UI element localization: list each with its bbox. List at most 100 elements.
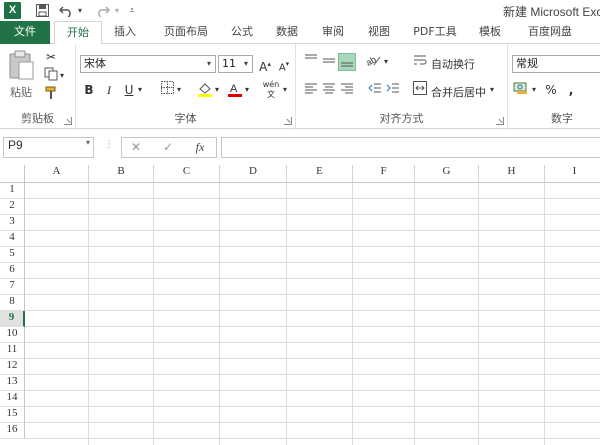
accounting-format-icon[interactable] — [512, 81, 530, 99]
name-box[interactable]: P9 ▾ — [3, 137, 94, 158]
number-format-select[interactable]: 常规 — [512, 55, 600, 73]
borders-icon[interactable] — [158, 81, 176, 99]
bold-button[interactable]: B — [80, 81, 98, 99]
row-header-8[interactable]: 8 — [0, 295, 25, 311]
row-header-1[interactable]: 1 — [0, 183, 25, 199]
redo-dropdown-icon[interactable]: ▾ — [113, 1, 121, 20]
tab-formulas[interactable]: 公式 — [224, 21, 260, 44]
row-header-16[interactable]: 16 — [0, 423, 25, 439]
column-header-g[interactable]: G — [415, 165, 479, 183]
ribbon-tabs: 文件 开始 插入 页面布局 公式 数据 审阅 视图 PDF工具 模板 百度网盘 — [0, 21, 600, 45]
undo-icon[interactable] — [57, 1, 75, 20]
fill-color-icon[interactable] — [196, 81, 214, 99]
align-bottom-icon[interactable] — [338, 53, 356, 71]
column-header-f[interactable]: F — [353, 165, 415, 183]
merge-center-icon[interactable] — [411, 81, 429, 99]
column-header-d[interactable]: D — [220, 165, 287, 183]
font-name-select[interactable]: 宋体 ▾ — [80, 55, 216, 73]
borders-dropdown-icon[interactable]: ▾ — [175, 81, 183, 99]
phonetic-guide-icon[interactable]: wén 文 — [262, 80, 280, 99]
row-header-9[interactable]: 9 — [0, 311, 25, 327]
tab-view[interactable]: 视图 — [360, 21, 398, 44]
name-box-dropdown-icon[interactable]: ▾ — [86, 138, 90, 147]
row-header-7[interactable]: 7 — [0, 279, 25, 295]
percent-style-button[interactable]: % — [542, 81, 560, 99]
column-header-i[interactable]: I — [545, 165, 600, 183]
underline-dropdown-icon[interactable]: ▾ — [136, 81, 144, 99]
font-size-dropdown-icon: ▾ — [243, 59, 248, 68]
orientation-icon[interactable]: ab — [364, 53, 382, 71]
align-top-icon[interactable] — [302, 53, 320, 71]
row-header-13[interactable]: 13 — [0, 375, 25, 391]
decrease-font-size-icon[interactable]: A▾ — [275, 55, 293, 73]
undo-dropdown-icon[interactable]: ▾ — [76, 1, 84, 20]
font-group-label: 字体 — [174, 112, 197, 125]
customize-qat-icon[interactable]: ⩡ — [127, 1, 137, 20]
paste-button[interactable]: 粘贴 — [6, 50, 36, 100]
row-header-11[interactable]: 11 — [0, 343, 25, 359]
comma-style-button[interactable]: , — [562, 81, 580, 99]
fill-color-dropdown-icon[interactable]: ▾ — [213, 81, 221, 99]
tab-page-layout[interactable]: 页面布局 — [152, 21, 220, 44]
tab-pdf-tools[interactable]: PDF工具 — [408, 21, 462, 44]
formula-bar-splitter-icon[interactable]: ⋮ — [104, 140, 114, 153]
row-header-6[interactable]: 6 — [0, 263, 25, 279]
alignment-launcher-icon[interactable] — [496, 117, 504, 125]
column-header-e[interactable]: E — [287, 165, 353, 183]
row-header-14[interactable]: 14 — [0, 391, 25, 407]
row-header-3[interactable]: 3 — [0, 215, 25, 231]
tab-templates[interactable]: 模板 — [472, 21, 508, 44]
row-header-4[interactable]: 4 — [0, 231, 25, 247]
font-group: 宋体 ▾ 11 ▾ A▴ A▾ B I U ▾ ▾ ▾ A ▾ wén 文 ▾ 字… — [76, 44, 296, 129]
row-header-12[interactable]: 12 — [0, 359, 25, 375]
name-box-value: P9 — [8, 138, 23, 152]
cut-icon[interactable]: ✂ — [42, 48, 60, 66]
italic-button[interactable]: I — [100, 81, 118, 99]
font-color-icon[interactable]: A — [226, 81, 244, 99]
redo-icon[interactable] — [94, 1, 112, 20]
tab-data[interactable]: 数据 — [268, 21, 306, 44]
decrease-indent-icon[interactable] — [366, 81, 384, 99]
column-header-a[interactable]: A — [25, 165, 89, 183]
font-launcher-icon[interactable] — [284, 117, 292, 125]
tab-file[interactable]: 文件 — [0, 21, 50, 44]
increase-font-size-icon[interactable]: A▴ — [256, 55, 274, 74]
align-right-icon[interactable] — [338, 81, 356, 99]
column-header-h[interactable]: H — [479, 165, 545, 183]
save-icon[interactable] — [33, 1, 51, 20]
wrap-text-icon[interactable] — [411, 53, 429, 71]
phonetic-dropdown-icon[interactable]: ▾ — [281, 81, 289, 99]
clipboard-launcher-icon[interactable] — [64, 117, 72, 125]
align-center-icon[interactable] — [320, 81, 338, 99]
format-painter-icon[interactable] — [42, 86, 60, 104]
tab-home[interactable]: 开始 — [54, 21, 102, 45]
select-all-button[interactable] — [0, 165, 25, 183]
insert-function-button[interactable]: fx — [188, 138, 212, 157]
row-header-15[interactable]: 15 — [0, 407, 25, 423]
merge-dropdown-icon[interactable]: ▾ — [488, 81, 496, 99]
copy-dropdown-icon[interactable]: ▾ — [58, 67, 66, 85]
accounting-dropdown-icon[interactable]: ▾ — [530, 81, 538, 99]
wrap-text-label[interactable]: 自动换行 — [431, 56, 475, 72]
increase-indent-icon[interactable] — [384, 81, 402, 99]
svg-text:ab: ab — [365, 54, 378, 67]
cancel-entry-icon[interactable]: ✕ — [124, 138, 148, 157]
tab-review[interactable]: 审阅 — [314, 21, 352, 44]
row-header-10[interactable]: 10 — [0, 327, 25, 343]
font-size-select[interactable]: 11 ▾ — [218, 55, 253, 73]
tab-baidu-netdisk[interactable]: 百度网盘 — [518, 21, 582, 44]
font-name-dropdown-icon: ▾ — [206, 59, 211, 68]
font-color-dropdown-icon[interactable]: ▾ — [243, 81, 251, 99]
row-header-2[interactable]: 2 — [0, 199, 25, 215]
row-header-5[interactable]: 5 — [0, 247, 25, 263]
tab-insert[interactable]: 插入 — [106, 21, 144, 44]
worksheet-grid[interactable]: ABCDEFGHI 1 2 3 4 5 6 7 8 9 10 11 12 13 14 15 16 — [0, 165, 600, 445]
orientation-dropdown-icon[interactable]: ▾ — [382, 53, 390, 71]
column-header-c[interactable]: C — [154, 165, 220, 183]
column-header-b[interactable]: B — [89, 165, 154, 183]
formula-input[interactable] — [221, 137, 600, 158]
align-middle-icon[interactable] — [320, 53, 338, 71]
align-left-icon[interactable] — [302, 81, 320, 99]
merge-center-label[interactable]: 合并后居中 — [431, 84, 486, 100]
confirm-entry-icon[interactable]: ✓ — [156, 138, 180, 157]
